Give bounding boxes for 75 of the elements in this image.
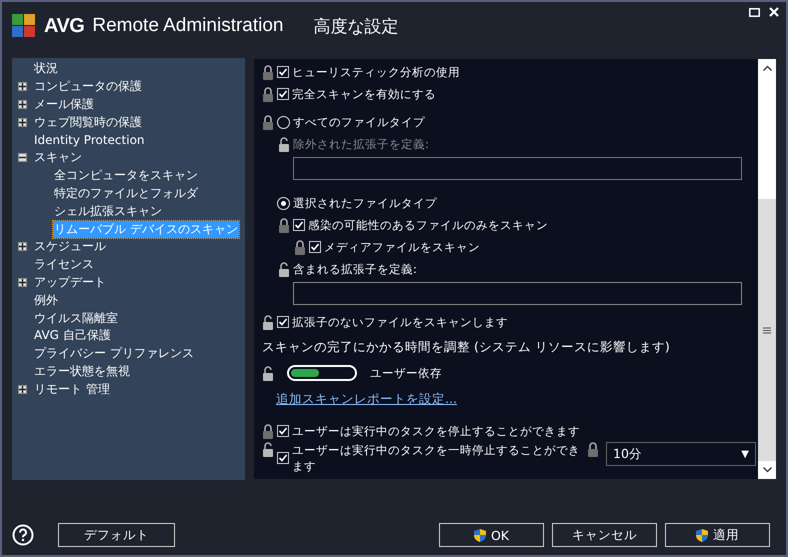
option-label: ユーザーは実行中のタスクを停止することができます	[292, 424, 580, 438]
tree-item[interactable]: エラー状態を無視	[33, 362, 131, 380]
tree-item[interactable]: Identity Protection	[33, 133, 146, 148]
expand-icon[interactable]	[18, 118, 27, 127]
option-label: 感染の可能性のあるファイルのみをスキャン	[308, 218, 548, 232]
option-label: メディアファイルをスキャン	[324, 240, 480, 254]
dropdown-arrow-icon: ▼	[741, 448, 749, 460]
section-heading: スキャンの完了にかかる時間を調整 (システム リソースに影響します)	[262, 339, 670, 356]
expand-icon[interactable]	[18, 100, 27, 109]
checkbox[interactable]	[277, 425, 289, 437]
open-padlock-icon[interactable]	[278, 262, 290, 276]
slider-fill[interactable]	[291, 369, 319, 377]
padlock-icon[interactable]	[262, 86, 274, 102]
tree-item[interactable]: ライセンス	[33, 256, 95, 274]
checkbox[interactable]	[277, 452, 289, 464]
scrollbar[interactable]	[758, 59, 776, 479]
settings-link[interactable]: 追加スキャンレポートを設定...	[276, 390, 457, 408]
slider-reading: ユーザー依存	[370, 366, 442, 380]
tree-item[interactable]: プライバシー プリファレンス	[33, 345, 195, 362]
dialog-button[interactable]: 適用	[665, 523, 770, 547]
dialog-button[interactable]: デフォルト	[58, 523, 175, 547]
dialog-button[interactable]: キャンセル	[552, 523, 657, 547]
window-title: 高度な設定	[314, 16, 399, 38]
padlock-icon[interactable]	[278, 218, 290, 232]
dialog-button[interactable]: OK	[439, 523, 544, 547]
option-label: すべてのファイルタイプ	[293, 114, 425, 130]
tree-item[interactable]: スキャン	[33, 149, 83, 166]
option-label: 拡張子のないファイルをスキャンします	[292, 314, 508, 330]
padlock-icon[interactable]	[262, 64, 274, 80]
product-name: Remote Administration	[92, 15, 284, 37]
help-icon[interactable]	[12, 524, 34, 546]
tree-item[interactable]: AVG 自己保護	[33, 327, 112, 344]
brand-name: AVG	[44, 14, 84, 38]
option-label: ユーザーは実行中のタスクを一時停止することができます	[292, 442, 581, 474]
logo-icon	[12, 14, 36, 38]
open-padlock-icon[interactable]	[262, 442, 274, 457]
option-label: 完全スキャンを有効にする	[292, 86, 436, 102]
tree-item[interactable]: 特定のファイルとフォルダ	[53, 184, 199, 202]
tree-item[interactable]: 例外	[33, 292, 59, 309]
open-padlock-icon[interactable]	[262, 366, 274, 380]
tree-item[interactable]: スケジュール	[33, 238, 107, 256]
padlock-icon[interactable]	[262, 114, 274, 130]
radio-button[interactable]	[277, 196, 290, 210]
checkbox[interactable]	[309, 241, 321, 253]
open-padlock-icon[interactable]	[262, 314, 274, 330]
expand-icon[interactable]	[18, 242, 27, 252]
tree-item[interactable]: 全コンピュータをスキャン	[53, 167, 199, 184]
tree-item[interactable]: 状況	[33, 60, 59, 78]
radio-button[interactable]	[277, 116, 290, 128]
checkbox[interactable]	[293, 219, 305, 231]
field-label: 除外された拡張子を定義:	[293, 136, 429, 152]
padlock-icon[interactable]	[294, 240, 306, 254]
field-label: 含まれる拡張子を定義:	[293, 262, 417, 276]
padlock-icon[interactable]	[587, 442, 599, 457]
tree-item[interactable]: リモート 管理	[33, 380, 111, 398]
tree-item[interactable]: シェル拡張スキャン	[53, 202, 163, 220]
duration-select[interactable]: 10分 ▼	[606, 442, 756, 466]
option-label: 選択されたファイルタイプ	[293, 196, 437, 210]
expand-icon[interactable]	[18, 82, 27, 92]
tree-item[interactable]: ウェブ閲覧時の保護	[33, 114, 143, 131]
collapse-icon[interactable]	[18, 153, 27, 162]
tree-item[interactable]: コンピュータの保護	[33, 78, 143, 96]
expand-icon[interactable]	[18, 278, 27, 287]
padlock-icon[interactable]	[262, 424, 274, 438]
expand-icon[interactable]	[18, 384, 27, 394]
slider-track[interactable]	[287, 365, 357, 381]
scroll-thumb[interactable]	[758, 199, 776, 461]
option-label: ヒューリスティック分析の使用	[292, 64, 460, 80]
input-field[interactable]	[293, 282, 742, 305]
tree-item[interactable]: アップデート	[33, 274, 107, 291]
checkbox[interactable]	[277, 66, 289, 78]
tree-item[interactable]: メール保護	[33, 96, 95, 113]
tree-item[interactable]: ウイルス隔離室	[33, 310, 119, 327]
checkbox[interactable]	[277, 88, 289, 100]
checkbox[interactable]	[277, 316, 289, 328]
